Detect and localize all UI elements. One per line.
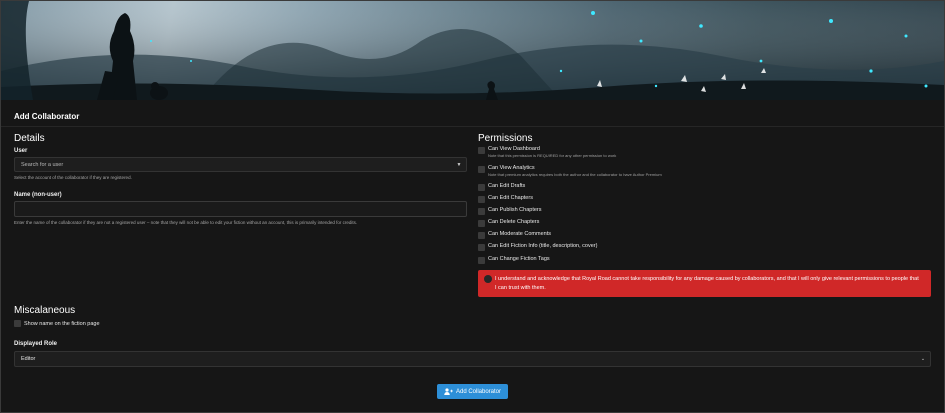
role-select-value: Editor [21,356,36,362]
name-input-value [15,211,19,217]
add-collaborator-label: Add Collaborator [455,388,502,395]
permission-edit-drafts[interactable]: Can Edit Drafts [478,183,525,191]
permission-label: Can Edit Drafts [488,183,526,189]
user-label: User [14,148,28,154]
permission-checkbox[interactable] [478,232,485,239]
permission-checkbox[interactable] [478,244,485,251]
panel-title: Add Collaborator [14,112,80,121]
permission-checkbox[interactable] [478,147,485,154]
permission-checkbox[interactable] [478,220,485,227]
permission-label: Can View Dashboard [488,146,540,152]
acknowledge-text: I understand and acknowledge that Royal … [495,276,919,291]
name-label: Name (non-user) [14,192,62,198]
permission-checkbox[interactable] [478,257,485,264]
name-input[interactable] [14,201,467,217]
permission-publish-chapters[interactable]: Can Publish Chapters [478,207,542,215]
permission-delete-chapters[interactable]: Can Delete Chapters [478,219,539,227]
permission-edit-fiction-info[interactable]: Can Edit Fiction Info (title, descriptio… [478,243,597,251]
permission-moderate-comments[interactable]: Can Moderate Comments [478,231,551,239]
permission-label: Can Edit Fiction Info (title, descriptio… [488,243,598,249]
permission-note: Note that premium analytics requires bot… [488,172,662,177]
permission-label: Can Moderate Comments [488,231,551,237]
add-user-icon [444,388,453,395]
permission-checkbox[interactable] [478,196,485,203]
chevron-down-icon: ⌄ [920,356,926,362]
permission-edit-chapters[interactable]: Can Edit Chapters [478,195,533,203]
role-label: Displayed Role [14,341,58,347]
user-search-placeholder: Search for a user [21,161,64,168]
name-help-text: Enter the name of the collaborator if th… [14,220,358,225]
show-name-label: Show name on the fiction page [24,320,100,327]
permission-note: Note that this permission is REQUIRED fo… [488,153,617,158]
permission-change-fiction-tags[interactable]: Can Change Fiction Tags [478,256,550,264]
banner-artwork [1,1,944,100]
acknowledge-checkbox[interactable] [484,275,492,283]
permission-label: Can Delete Chapters [488,219,540,225]
permission-label: Can View Analytics [488,165,535,171]
acknowledge-alert: I understand and acknowledge that Royal … [478,270,931,297]
role-select[interactable]: Editor ⌄ [14,351,931,367]
misc-heading: Miscalaneous [14,305,76,316]
permission-label: Can Edit Chapters [488,195,533,201]
user-search-select[interactable]: Search for a user ▼ [14,157,467,172]
permission-view-analytics[interactable]: Can View Analytics Note that premium ana… [478,165,662,177]
permission-checkbox[interactable] [478,184,485,191]
add-collaborator-button[interactable]: Add Collaborator [437,384,508,399]
permission-view-dashboard[interactable]: Can View Dashboard Note that this permis… [478,146,616,158]
permission-checkbox[interactable] [478,166,485,173]
divider [1,126,944,127]
permission-label: Can Publish Chapters [488,207,542,213]
fiction-banner [1,1,944,100]
user-help-text: Select the account of the collaborator i… [14,175,132,180]
permission-label: Can Change Fiction Tags [488,256,550,262]
show-name-checkbox[interactable] [14,320,21,327]
details-heading: Details [14,133,45,144]
permission-checkbox[interactable] [478,208,485,215]
permissions-heading: Permissions [478,133,533,144]
show-name-option[interactable]: Show name on the fiction page [14,320,100,327]
chevron-down-icon: ▼ [456,161,462,168]
